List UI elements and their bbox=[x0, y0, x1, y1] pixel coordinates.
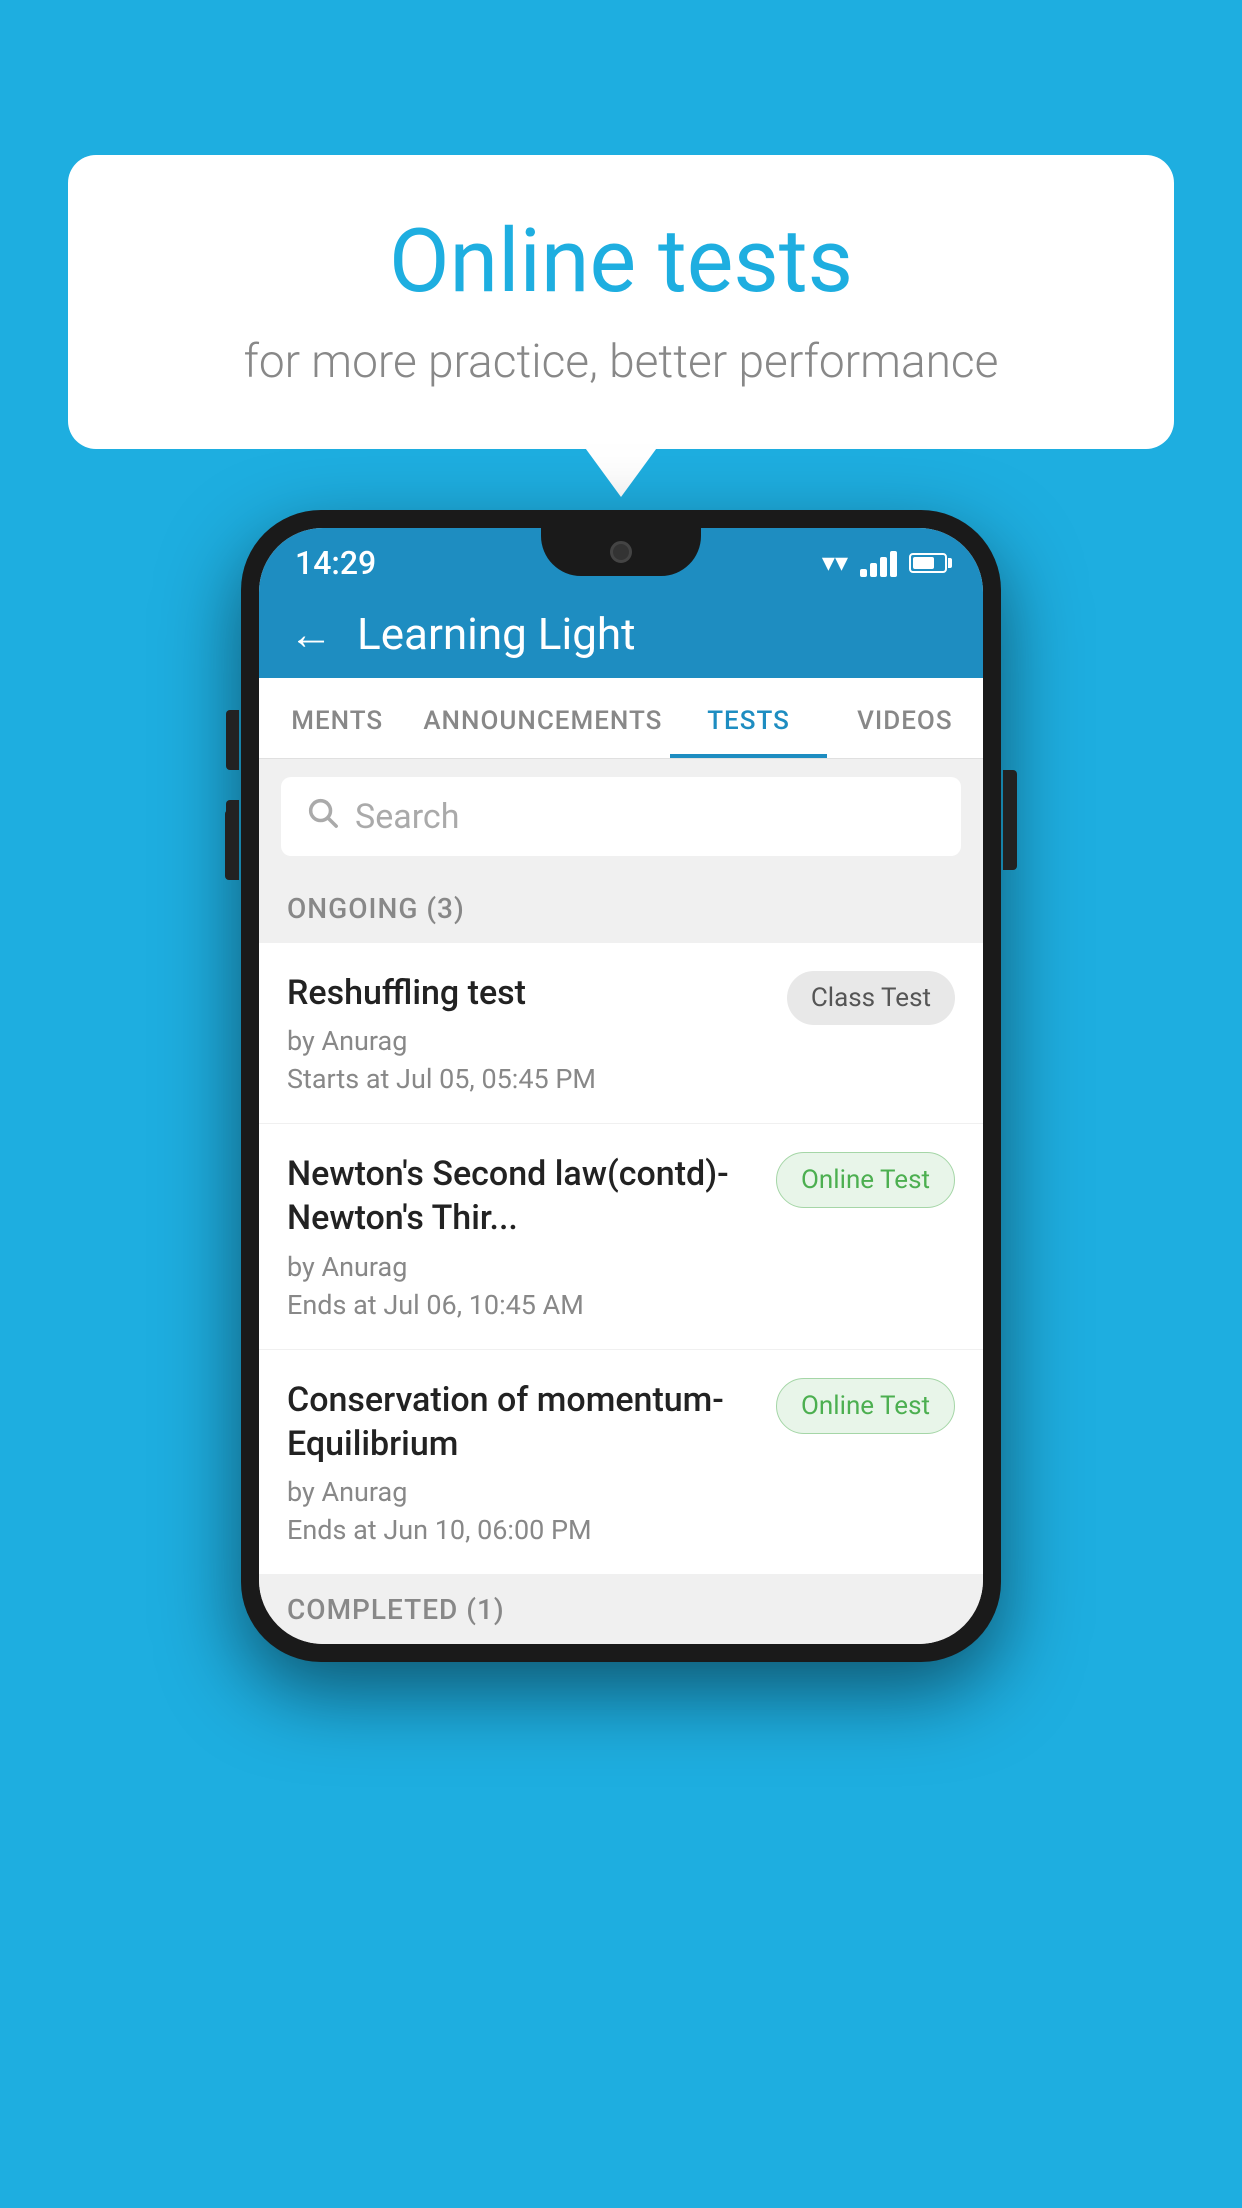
test-info-1: Reshuffling test by Anurag Starts at Jul… bbox=[287, 971, 769, 1095]
test-info-3: Conservation of momentum-Equilibrium by … bbox=[287, 1378, 758, 1546]
app-header: ← Learning Light bbox=[259, 590, 983, 678]
test-badge-2: Online Test bbox=[776, 1152, 955, 1208]
battery-fill bbox=[913, 557, 934, 569]
signal-bar-4 bbox=[890, 551, 897, 577]
signal-bar-2 bbox=[870, 563, 877, 577]
notch-camera bbox=[610, 541, 632, 563]
test-item-3[interactable]: Conservation of momentum-Equilibrium by … bbox=[259, 1350, 983, 1575]
test-by-3: by Anurag bbox=[287, 1476, 758, 1508]
test-by-2: by Anurag bbox=[287, 1251, 758, 1283]
search-container: Search bbox=[259, 759, 983, 874]
test-title-2: Newton's Second law(contd)-Newton's Thir… bbox=[287, 1152, 758, 1240]
signal-bars bbox=[860, 549, 897, 577]
completed-section-header: COMPLETED (1) bbox=[259, 1575, 983, 1644]
search-bar[interactable]: Search bbox=[281, 777, 961, 856]
search-icon bbox=[305, 795, 339, 838]
phone-container: 14:29 ▾▾ bbox=[241, 510, 1001, 1662]
speech-bubble-subtitle: for more practice, better performance bbox=[128, 335, 1114, 389]
test-item-1[interactable]: Reshuffling test by Anurag Starts at Jul… bbox=[259, 943, 983, 1124]
wifi-icon: ▾▾ bbox=[822, 548, 848, 578]
speech-bubble: Online tests for more practice, better p… bbox=[68, 155, 1174, 449]
signal-bar-3 bbox=[880, 557, 887, 577]
phone-outer: 14:29 ▾▾ bbox=[241, 510, 1001, 1662]
tab-tests[interactable]: TESTS bbox=[670, 678, 826, 758]
signal-bar-1 bbox=[860, 569, 867, 577]
tab-announcements[interactable]: ANNOUNCEMENTS bbox=[415, 678, 670, 758]
status-icons: ▾▾ bbox=[822, 548, 947, 578]
test-badge-3: Online Test bbox=[776, 1378, 955, 1434]
app-title: Learning Light bbox=[357, 608, 636, 660]
test-time-1: Starts at Jul 05, 05:45 PM bbox=[287, 1063, 769, 1095]
test-by-1: by Anurag bbox=[287, 1025, 769, 1057]
test-time-3: Ends at Jun 10, 06:00 PM bbox=[287, 1514, 758, 1546]
tab-videos[interactable]: VIDEOS bbox=[827, 678, 983, 758]
ongoing-section-header: ONGOING (3) bbox=[259, 874, 983, 943]
search-placeholder: Search bbox=[355, 797, 459, 837]
test-badge-1: Class Test bbox=[787, 971, 955, 1025]
test-info-2: Newton's Second law(contd)-Newton's Thir… bbox=[287, 1152, 758, 1320]
test-time-2: Ends at Jul 06, 10:45 AM bbox=[287, 1289, 758, 1321]
phone-inner: 14:29 ▾▾ bbox=[259, 528, 983, 1644]
speech-bubble-container: Online tests for more practice, better p… bbox=[68, 155, 1174, 449]
tabs-bar: MENTS ANNOUNCEMENTS TESTS VIDEOS bbox=[259, 678, 983, 759]
notch bbox=[541, 528, 701, 576]
completed-label: COMPLETED (1) bbox=[287, 1593, 505, 1626]
battery-icon bbox=[909, 553, 947, 573]
back-button[interactable]: ← bbox=[289, 608, 333, 660]
test-item-2[interactable]: Newton's Second law(contd)-Newton's Thir… bbox=[259, 1124, 983, 1349]
speech-bubble-title: Online tests bbox=[128, 210, 1114, 313]
tab-ments[interactable]: MENTS bbox=[259, 678, 415, 758]
status-time: 14:29 bbox=[295, 544, 376, 582]
tests-list: Reshuffling test by Anurag Starts at Jul… bbox=[259, 943, 983, 1575]
test-title-1: Reshuffling test bbox=[287, 971, 769, 1015]
test-title-3: Conservation of momentum-Equilibrium bbox=[287, 1378, 758, 1466]
ongoing-label: ONGOING (3) bbox=[287, 892, 465, 925]
